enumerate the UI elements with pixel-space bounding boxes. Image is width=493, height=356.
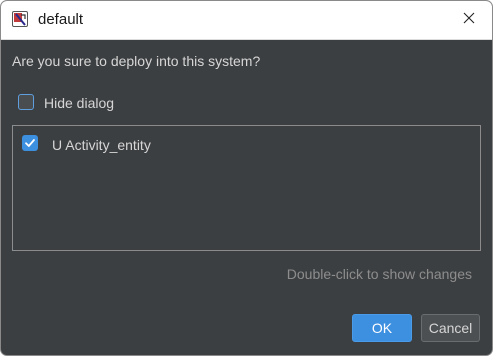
- title-bar: default: [1, 1, 492, 40]
- cancel-button[interactable]: Cancel: [421, 314, 480, 342]
- confirmation-prompt: Are you sure to deploy into this system?: [12, 53, 261, 69]
- close-icon: [463, 11, 475, 29]
- hint-text: Double-click to show changes: [286, 266, 472, 282]
- deploy-dialog-window: default Are you sure to deploy into this…: [0, 0, 493, 356]
- window-title: default: [38, 11, 84, 28]
- hide-dialog-label[interactable]: Hide dialog: [44, 95, 114, 111]
- hide-dialog-checkbox[interactable]: [18, 94, 34, 110]
- ok-button[interactable]: OK: [352, 314, 412, 342]
- checkmark-icon: [25, 139, 35, 147]
- deploy-items-list[interactable]: U Activity_entity: [12, 125, 481, 251]
- app-icon: [12, 11, 28, 27]
- close-button[interactable]: [446, 1, 492, 39]
- list-item-label[interactable]: U Activity_entity: [52, 137, 151, 153]
- item-checkbox[interactable]: [22, 135, 38, 151]
